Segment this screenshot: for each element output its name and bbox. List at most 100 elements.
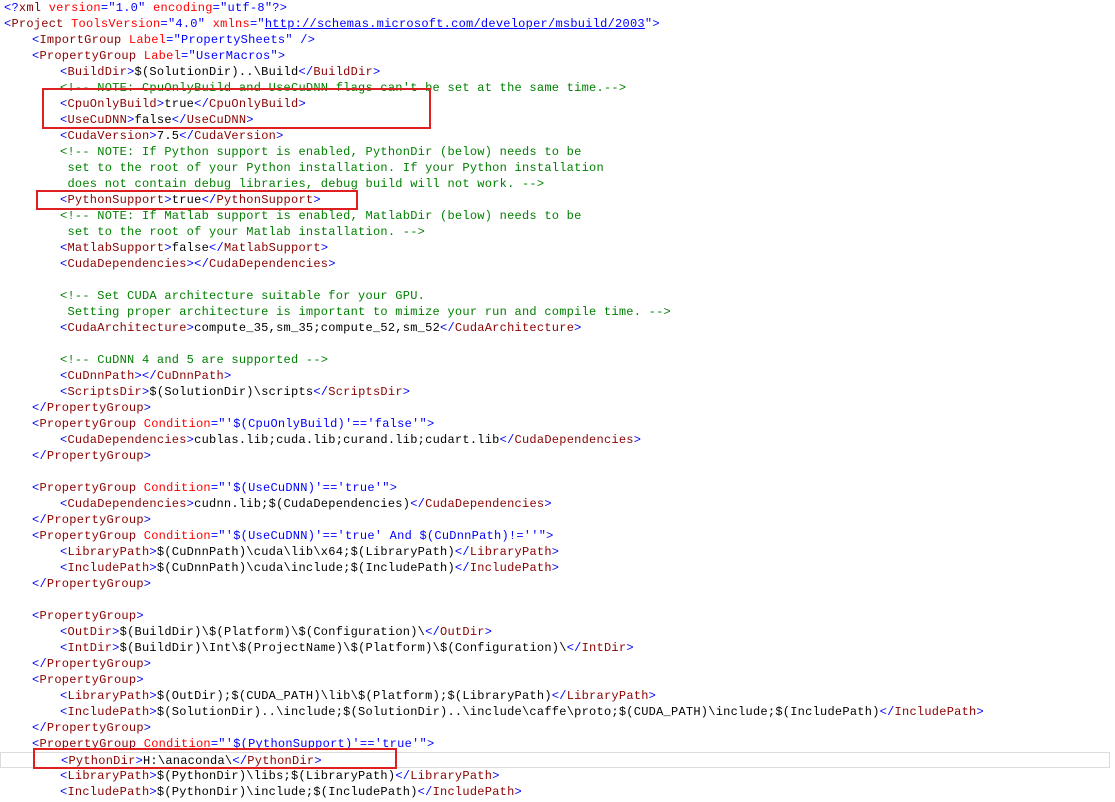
code-line[interactable]: <BuildDir>$(SolutionDir)..\Build</BuildD…: [4, 64, 380, 80]
code-token: >: [127, 65, 135, 79]
code-line[interactable]: <CudaDependencies>cudnn.lib;$(CudaDepend…: [4, 496, 552, 512]
code-token: IncludePath: [894, 705, 977, 719]
code-line[interactable]: <IncludePath>$(CuDnnPath)\cuda\include;$…: [4, 560, 559, 576]
code-line[interactable]: set to the root of your Python installat…: [4, 160, 604, 176]
code-token: <!-- Set CUDA architecture suitable for …: [60, 289, 426, 303]
code-token: </: [171, 113, 187, 127]
code-token: >: [143, 577, 152, 591]
code-token: CudaVersion: [67, 129, 150, 143]
code-token: </: [395, 769, 411, 783]
code-token: >: [164, 241, 172, 255]
code-token[interactable]: http://schemas.microsoft.com/developer/m…: [265, 17, 645, 31]
xml-editor[interactable]: <?xml version="1.0" encoding="utf-8"?> <P…: [0, 0, 1115, 802]
code-line[interactable]: <PropertyGroup Condition="'$(UseCuDNN)'=…: [4, 480, 397, 496]
code-token: IntDir: [67, 641, 113, 655]
code-token: CudaVersion: [194, 129, 277, 143]
code-line[interactable]: <OutDir>$(BuildDir)\$(Platform)\$(Config…: [4, 624, 492, 640]
code-token: =: [160, 17, 168, 31]
code-token: $(BuildDir)\Int\$(ProjectName)\$(Platfor…: [119, 641, 567, 655]
code-line[interactable]: </PropertyGroup>: [4, 448, 151, 464]
code-line[interactable]: <CudaArchitecture>compute_35,sm_35;compu…: [4, 320, 582, 336]
code-token: >: [127, 113, 135, 127]
code-line[interactable]: <PropertyGroup Condition="'$(UseCuDNN)'=…: [4, 528, 554, 544]
code-line[interactable]: Setting proper architecture is important…: [4, 304, 671, 320]
code-token: >: [976, 705, 984, 719]
code-token: </: [32, 577, 47, 591]
code-line[interactable]: <IntDir>$(BuildDir)\Int\$(ProjectName)\$…: [4, 640, 634, 656]
code-line[interactable]: <CpuOnlyBuild>true</CpuOnlyBuild>: [4, 96, 306, 112]
code-token: Condition: [136, 529, 211, 543]
code-token: >: [514, 785, 522, 799]
code-token: >: [426, 737, 435, 751]
code-line[interactable]: <UseCuDNN>false</UseCuDNN>: [4, 112, 254, 128]
code-line[interactable]: <LibraryPath>$(OutDir);$(CUDA_PATH)\lib\…: [4, 688, 656, 704]
code-line[interactable]: <!-- CuDNN 4 and 5 are supported -->: [4, 352, 328, 368]
code-token: =: [166, 33, 174, 47]
code-token: false: [134, 113, 172, 127]
code-token: $(SolutionDir)\scripts: [149, 385, 314, 399]
code-token: >: [149, 705, 157, 719]
code-token: <!-- NOTE: If Matlab support is enabled,…: [60, 209, 582, 223]
code-token: CudaDependencies: [67, 497, 187, 511]
code-line[interactable]: </PropertyGroup>: [4, 512, 151, 528]
code-line[interactable]: <?xml version="1.0" encoding="utf-8"?>: [4, 0, 287, 16]
code-line[interactable]: <PropertyGroup Condition="'$(PythonSuppo…: [4, 736, 434, 752]
code-token: >: [143, 513, 152, 527]
code-line[interactable]: <PropertyGroup>: [4, 672, 144, 688]
code-line[interactable]: <PropertyGroup Label="UserMacros">: [4, 48, 285, 64]
code-token: "PropertySheets": [173, 33, 293, 47]
code-token: LibraryPath: [67, 545, 150, 559]
code-line[interactable]: <!-- NOTE: CpuOnlyBuild and UseCuDNN fla…: [4, 80, 626, 96]
code-token: PropertyGroup: [39, 417, 137, 431]
code-token: >: [652, 17, 660, 31]
code-line[interactable]: <LibraryPath>$(CuDnnPath)\cuda\lib\x64;$…: [4, 544, 559, 560]
code-token: Condition: [136, 481, 211, 495]
code-line[interactable]: <PropertyGroup>: [4, 608, 144, 624]
code-token: </: [201, 193, 217, 207]
code-line-current[interactable]: <PythonDir>H:\anaconda\</PythonDir>: [0, 752, 1110, 768]
code-token: ScriptsDir: [328, 385, 403, 399]
code-token: >: [402, 385, 411, 399]
code-line[interactable]: <ScriptsDir>$(SolutionDir)\scripts</Scri…: [4, 384, 410, 400]
code-token: $(CuDnnPath)\cuda\lib\x64;$(LibraryPath): [156, 545, 455, 559]
code-line[interactable]: <IncludePath>$(PythonDir)\include;$(Incl…: [4, 784, 522, 800]
code-line[interactable]: </PropertyGroup>: [4, 400, 151, 416]
code-line[interactable]: </PropertyGroup>: [4, 720, 151, 736]
code-line[interactable]: <ImportGroup Label="PropertySheets" />: [4, 32, 315, 48]
code-token: >: [484, 625, 493, 639]
code-line[interactable]: <Project ToolsVersion="4.0" xmlns="http:…: [4, 16, 660, 32]
code-line[interactable]: <!-- Set CUDA architecture suitable for …: [4, 288, 425, 304]
code-line[interactable]: </PropertyGroup>: [4, 576, 151, 592]
code-token: $(PythonDir)\include;$(IncludePath): [156, 785, 418, 799]
code-token: </: [454, 545, 470, 559]
code-line[interactable]: does not contain debug libraries, debug …: [4, 176, 544, 192]
code-token: PythonDir: [247, 754, 315, 768]
code-line[interactable]: <!-- NOTE: If Python support is enabled,…: [4, 144, 582, 160]
code-token: >: [164, 193, 172, 207]
code-token: >: [277, 49, 286, 63]
code-line[interactable]: set to the root of your Matlab installat…: [4, 224, 425, 240]
code-line[interactable]: <CudaDependencies></CudaDependencies>: [4, 256, 336, 272]
code-line[interactable]: <CudaVersion>7.5</CudaVersion>: [4, 128, 284, 144]
code-token: >: [574, 321, 582, 335]
code-token: </: [566, 641, 582, 655]
code-token: CpuOnlyBuild: [209, 97, 299, 111]
code-token: CuDnnPath: [156, 369, 224, 383]
code-token: Condition: [136, 417, 211, 431]
code-line[interactable]: <PropertyGroup Condition="'$(CpuOnlyBuil…: [4, 416, 434, 432]
code-line[interactable]: </PropertyGroup>: [4, 656, 151, 672]
code-token: PropertyGroup: [39, 737, 137, 751]
code-token: encoding: [145, 1, 213, 15]
code-line[interactable]: <!-- NOTE: If Matlab support is enabled,…: [4, 208, 582, 224]
code-token: Condition: [136, 737, 211, 751]
code-line[interactable]: <PythonSupport>true</PythonSupport>: [4, 192, 321, 208]
code-line[interactable]: <CudaDependencies>cublas.lib;cuda.lib;cu…: [4, 432, 641, 448]
code-token: xmlns: [205, 17, 250, 31]
code-line[interactable]: <IncludePath>$(SolutionDir)..\include;$(…: [4, 704, 984, 720]
code-token: </: [551, 689, 567, 703]
code-token: $(BuildDir)\$(Platform)\$(Configuration)…: [119, 625, 426, 639]
code-token: does not contain debug libraries, debug …: [60, 177, 545, 191]
code-line[interactable]: <MatlabSupport>false</MatlabSupport>: [4, 240, 328, 256]
code-line[interactable]: <LibraryPath>$(PythonDir)\libs;$(Library…: [4, 768, 500, 784]
code-line[interactable]: <CuDnnPath></CuDnnPath>: [4, 368, 231, 384]
